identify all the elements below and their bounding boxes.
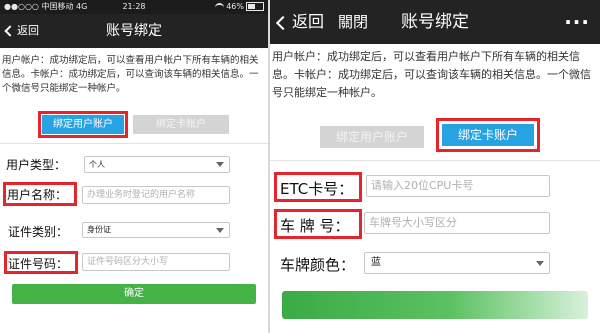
highlight-box [274,209,362,239]
more-menu-button[interactable]: ··· [564,0,590,44]
tab-bind-user-account[interactable]: 绑定用户账户 [320,126,424,148]
id-type-select[interactable]: 身份证 [82,222,230,238]
chevron-down-icon [216,228,224,233]
highlight-box [274,172,362,202]
highlight-box [38,111,128,138]
tab-bind-card-account[interactable]: 绑定卡账户 [133,115,229,134]
battery-icon [246,2,264,11]
plate-color-select[interactable]: 蓝 [364,252,550,274]
confirm-button[interactable] [282,291,588,319]
binding-description: 用户帐户：成功绑定后，可以查看用户帐户下所有车辆的相关信息。卡帐户：成功绑定后，… [2,55,259,94]
battery-indicator: 46% [211,0,264,14]
user-name-input[interactable]: 办理业务时登记的用户名称 [82,186,230,204]
highlight-box [4,251,78,274]
user-type-select[interactable]: 个人 [84,156,230,173]
plate-color-label: 车牌颜色： [280,256,356,274]
nav-bar: 返回 账号绑定 [0,14,268,48]
page-title: 账号绑定 [106,23,162,39]
id-type-label: 证件类别： [8,225,69,239]
status-bar: ●●○○○ 中国移动 4G 21:28 46% [0,0,268,14]
left-phone-screen: ●●○○○ 中国移动 4G 21:28 46% 返回 账号绑定 用户帐户：成功绑… [0,0,268,333]
page-title: 账号绑定 [401,12,469,32]
confirm-button[interactable]: 确定 [12,284,256,304]
divider [270,160,600,161]
nav-bar: 返回 關閉 账号绑定 ··· [270,0,600,44]
wifi-icon [214,2,224,11]
user-type-label: 用户类型： [6,158,67,172]
etc-card-input[interactable]: 请输入20位CPU卡号 [366,175,550,197]
chevron-down-icon [536,261,544,266]
plate-number-input[interactable]: 车牌号大小写区分 [364,212,550,234]
divider [0,143,268,144]
chevron-down-icon [216,162,224,167]
binding-description: 用户帐户：成功绑定后，可以查看用户帐户下所有车辆的相关信息。卡帐户：成功绑定后，… [272,50,591,99]
highlight-box [3,182,77,206]
id-number-input[interactable]: 证件号码区分大小写 [82,253,230,271]
highlight-box [436,118,540,152]
right-phone-screen: 返回 關閉 账号绑定 ··· 用户帐户：成功绑定后，可以查看用户帐户下所有车辆的… [270,0,600,333]
